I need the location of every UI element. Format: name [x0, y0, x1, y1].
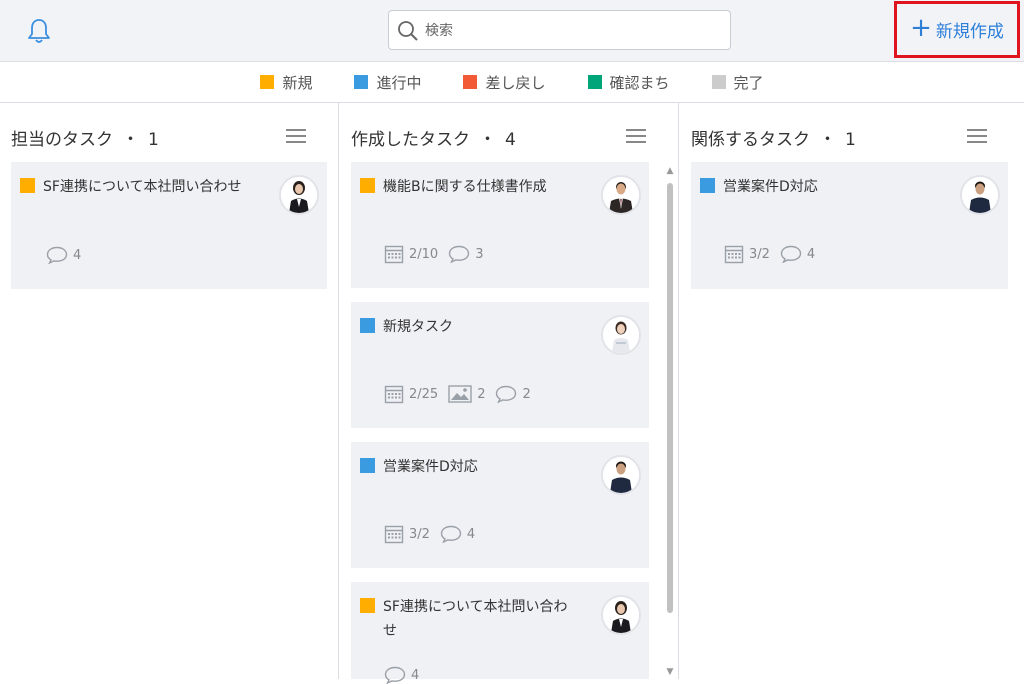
status-indicator	[360, 318, 375, 333]
legend-item-new: 新規	[260, 72, 312, 93]
image-count: 2	[477, 386, 486, 402]
column-title: 担当のタスク	[11, 130, 113, 150]
comment-icon	[495, 385, 517, 403]
legend-item-returned: 差し戻し	[463, 72, 546, 93]
scroll-up-arrow[interactable]: ▲	[665, 166, 675, 176]
comment-icon	[780, 245, 802, 263]
assignee-avatar	[960, 175, 1000, 215]
comment-icon	[448, 245, 470, 263]
comment-count: 4	[466, 526, 476, 542]
calendar-icon	[384, 384, 404, 404]
column-count: 1	[148, 130, 159, 150]
task-meta: 4	[46, 246, 81, 264]
column-count: 4	[505, 130, 516, 150]
calendar-icon	[724, 244, 744, 264]
comment-count: 3	[475, 246, 484, 262]
task-card[interactable]: SF連携について本社問い合わせ 4	[351, 582, 649, 679]
image-icon	[448, 385, 472, 403]
column-header: 関係するタスク・ 1	[691, 125, 856, 150]
task-meta: 2/25 2 2	[384, 384, 531, 404]
legend-swatch	[354, 75, 369, 89]
task-meta: 2/10 3	[384, 244, 483, 264]
column-title: 作成したタスク	[351, 130, 470, 150]
task-meta: 3/2 4	[384, 524, 475, 544]
menu-icon[interactable]	[626, 128, 646, 144]
comment-icon	[440, 525, 462, 543]
assignee-avatar	[601, 175, 641, 215]
calendar-icon	[384, 524, 404, 544]
column-header: 作成したタスク・ 4	[351, 125, 516, 150]
scroll-down-arrow[interactable]: ▼	[665, 667, 675, 677]
task-title-line: せ	[383, 623, 397, 639]
legend-label: 新規	[282, 73, 313, 92]
search-box[interactable]	[388, 10, 731, 51]
search-icon	[398, 21, 418, 41]
comment-icon	[46, 246, 68, 264]
task-meta: 4	[384, 666, 419, 684]
legend-label: 確認まち	[609, 73, 670, 92]
search-input[interactable]	[423, 11, 727, 51]
legend-swatch	[587, 75, 602, 89]
status-legend: 新規 進行中 差し戻し 確認まち 完了	[0, 62, 1024, 103]
legend-swatch	[711, 75, 726, 89]
calendar-icon	[384, 244, 404, 264]
column-header: 担当のタスク・ 1	[11, 125, 159, 150]
comment-count: 4	[411, 667, 420, 683]
legend-swatch	[463, 75, 478, 89]
column-title: 関係するタスク	[691, 130, 810, 150]
comment-count: 2	[522, 386, 531, 402]
task-card[interactable]: 機能Bに関する仕様書作成 2/10 3	[351, 162, 649, 288]
menu-icon[interactable]	[967, 128, 987, 144]
status-indicator	[360, 458, 375, 473]
column-assigned: 担当のタスク・ 1 SF連携について本社問い合わせ 4	[0, 103, 339, 679]
plus-icon: +	[910, 13, 932, 43]
status-indicator	[360, 178, 375, 193]
legend-item-awaiting-review: 確認まち	[587, 72, 670, 93]
column-related: 関係するタスク・ 1 営業案件D対応 3/2 4	[680, 103, 1024, 679]
column-separator: ・	[819, 130, 836, 150]
comment-count: 4	[806, 246, 816, 262]
scrollbar-thumb[interactable]	[667, 183, 673, 613]
assignee-avatar	[601, 315, 641, 355]
task-card[interactable]: SF連携について本社問い合わせ 4	[11, 162, 327, 289]
status-indicator	[20, 178, 35, 193]
legend-label: 差し戻し	[485, 73, 546, 92]
task-card[interactable]: 営業案件D対応 3/2 4	[351, 442, 649, 568]
due-date: 3/2	[409, 526, 430, 542]
task-title: SF連携について本社問い合わせ	[43, 179, 242, 195]
due-date: 2/10	[409, 246, 439, 262]
legend-label: 完了	[733, 73, 764, 92]
task-title: 営業案件D対応	[723, 179, 818, 195]
column-separator: ・	[122, 130, 139, 150]
new-task-button[interactable]: + 新規作成	[894, 1, 1020, 58]
task-title-line: SF連携について本社問い合わ	[383, 599, 568, 615]
assignee-avatar	[279, 175, 319, 215]
task-title: SF連携について本社問い合わせ	[383, 595, 568, 643]
legend-swatch	[260, 75, 275, 89]
assignee-avatar	[601, 455, 641, 495]
menu-icon[interactable]	[286, 128, 306, 144]
task-card[interactable]: 営業案件D対応 3/2 4	[691, 162, 1008, 289]
comment-count: 4	[73, 247, 82, 263]
column-separator: ・	[479, 130, 496, 150]
top-bar: + 新規作成	[0, 0, 1024, 62]
task-title: 機能Bに関する仕様書作成	[383, 179, 547, 195]
status-indicator	[700, 178, 715, 193]
task-title: 営業案件D対応	[383, 459, 478, 475]
legend-item-done: 完了	[711, 72, 764, 93]
assignee-avatar	[601, 595, 641, 635]
due-date: 3/2	[749, 246, 770, 262]
bell-icon[interactable]	[26, 17, 52, 45]
column-count: 1	[845, 130, 856, 150]
task-title: 新規タスク	[383, 319, 453, 335]
status-indicator	[360, 598, 375, 613]
due-date: 2/25	[409, 386, 439, 402]
task-card[interactable]: 新規タスク 2/25 2 2	[351, 302, 649, 428]
new-task-label: 新規作成	[935, 22, 1004, 42]
legend-item-in-progress: 進行中	[354, 72, 421, 93]
column-created: 作成したタスク・ 4 機能Bに関する仕様書作成 2/10 3 新規タスク 2/25…	[340, 103, 679, 679]
comment-icon	[384, 666, 406, 684]
task-meta: 3/2 4	[724, 244, 815, 264]
legend-label: 進行中	[376, 73, 422, 92]
